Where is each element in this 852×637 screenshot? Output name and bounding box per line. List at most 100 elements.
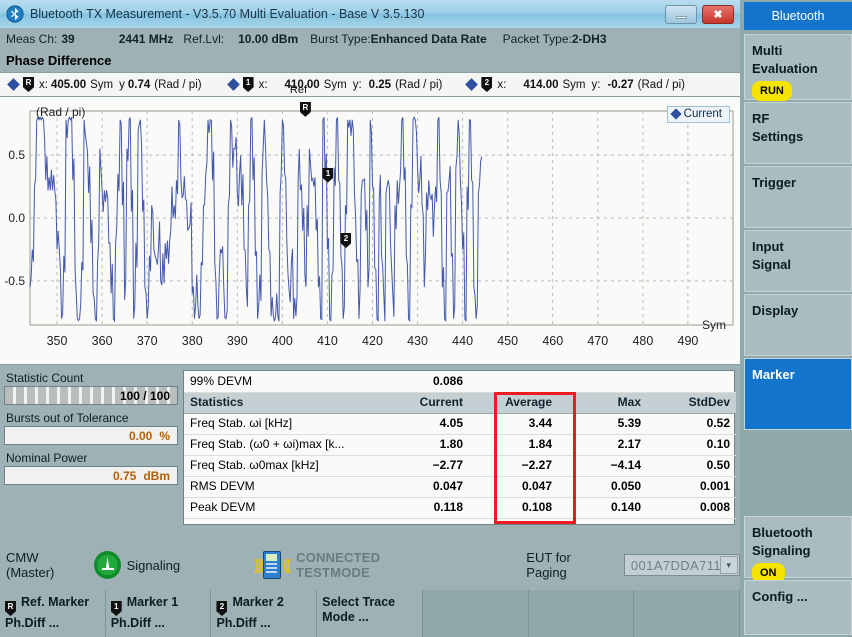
cell-current: 1.80 [380, 434, 469, 456]
statistic-count-value: 100 / 100 [119, 388, 170, 403]
marker-readout-1[interactable]: 1 x: 410.00 Sym y: 0.25 (Rad / pi) [220, 77, 449, 92]
cmw-master-label: CMW (Master) [6, 550, 55, 580]
eut-address-field[interactable]: 001A7DDA7114 ▾ [623, 554, 740, 576]
cell-max: 0.140 [558, 497, 647, 519]
title-bar: Bluetooth TX Measurement - V3.5.70 Multi… [0, 0, 740, 29]
sidebar-item-label2: Signaling [752, 543, 811, 558]
table-row[interactable]: Freq Stab. ωi [kHz] 4.05 3.44 5.39 0.52 [184, 413, 736, 435]
chevron-down-icon[interactable]: ▾ [720, 556, 738, 574]
marker-y-label-2: y: [591, 78, 601, 91]
marker-readout-2[interactable]: 2 x: 414.00 Sym y: -0.27 (Rad / pi) [458, 77, 691, 92]
svg-text:460: 460 [542, 334, 563, 348]
sidebar-tab-bluetooth[interactable]: Bluetooth [744, 2, 852, 30]
cell-average: 1.84 [469, 434, 558, 456]
legend-label-current: Current [683, 108, 722, 120]
marker-y-value-1: 0.25 [368, 78, 392, 91]
svg-text:470: 470 [587, 334, 608, 348]
marker-x-unit-r: Sym [90, 78, 114, 91]
col-header-max[interactable]: Max [558, 391, 647, 414]
svg-text:480: 480 [632, 334, 653, 348]
devm99-value: 0.086 [380, 371, 469, 393]
antenna-icon [93, 551, 121, 579]
close-button[interactable]: ✖ [702, 4, 734, 24]
marker-x-label-r: x: [39, 78, 48, 91]
sidebar-empty-slot [744, 432, 852, 514]
svg-text:490: 490 [678, 334, 699, 348]
table-row[interactable]: Freq Stab. ω0max [kHz] −2.77 −2.27 −4.14 0.5… [184, 455, 736, 477]
chart-y-unit-label: (Rad / pi) [36, 105, 86, 119]
sidebar-item-label: Marker [752, 367, 795, 382]
sidebar-item-label2: Settings [752, 129, 804, 144]
softkey-1[interactable]: R Ref. Marker Ph.Diff ... [0, 590, 106, 637]
status-bar: CMW (Master) Signaling ))) (( CONNECTED … [0, 540, 740, 590]
svg-text:360: 360 [92, 334, 113, 348]
col-header-statistics[interactable]: Statistics [184, 391, 380, 414]
svg-text:0.0: 0.0 [8, 211, 25, 225]
legend-diamond-icon [669, 108, 682, 120]
marker-y-unit-2: (Rad / pi) [637, 78, 685, 91]
phase-difference-chart[interactable]: 0.5 0.0 -0.5 350 360 370 380 390 400 410 420 430 440… [0, 84, 740, 365]
sidebar-item-marker[interactable]: Marker [744, 358, 852, 430]
chart-marker-1[interactable]: 1 [322, 165, 334, 183]
svg-text:440: 440 [452, 334, 473, 348]
burst-type-label: Burst Type: [310, 31, 371, 46]
signal-waves-right-icon: (( [283, 556, 291, 574]
softkey-empty-3 [634, 590, 741, 637]
chart-marker-2[interactable]: 2 [340, 230, 352, 248]
sidebar-item-trigger[interactable]: Trigger [744, 166, 852, 228]
cell-stddev: 0.50 [647, 455, 736, 477]
sidebar-item-bluetooth-signaling[interactable]: Bluetooth Signaling ON [744, 516, 852, 583]
sidebar-item-label2: Evaluation [752, 61, 818, 76]
marker-readout-ref[interactable]: R x: 405.00 Sym y 0.74 (Rad / pi) [0, 77, 208, 92]
sidebar-item-multi[interactable]: Multi Evaluation RUN [744, 34, 852, 101]
chart-marker-ref[interactable]: Ref R [290, 84, 311, 117]
softkey-pin-icon: 2 [216, 601, 228, 616]
sidebar-item-display[interactable]: Display [744, 294, 852, 356]
eut-for-paging-label: EUT for Paging [526, 550, 571, 580]
svg-text:430: 430 [407, 334, 428, 348]
softkey-line2: Ph.Diff ... [5, 616, 60, 630]
col-header-current[interactable]: Current [380, 391, 469, 414]
nominal-power-value: 0.75 [112, 468, 137, 483]
col-header-stddev[interactable]: StdDev [647, 391, 736, 414]
marker-y-unit-r: (Rad / pi) [154, 78, 202, 91]
sidebar-item-label: Multi [752, 43, 783, 58]
sidebar-item-label: RF [752, 111, 770, 126]
chart-marker-pin-2: 2 [340, 232, 352, 248]
col-header-average[interactable]: Average [469, 391, 558, 414]
softkey-2[interactable]: 1 Marker 1 Ph.Diff ... [105, 590, 212, 637]
cell-stddev: 0.008 [647, 497, 736, 519]
bursts-out-of-tolerance-value: 0.00 [128, 428, 153, 443]
chart-legend[interactable]: Current [666, 106, 730, 123]
cell-stddev: 0.10 [647, 434, 736, 456]
window-title: Bluetooth TX Measurement - V3.5.70 Multi… [30, 7, 424, 21]
softkey-line2: Ph.Diff ... [110, 616, 165, 630]
marker-diamond-icon [226, 78, 240, 91]
nominal-power-unit: dBm [143, 468, 170, 483]
cell-current: −2.77 [380, 455, 469, 477]
table-row[interactable]: RMS DEVM 0.047 0.047 0.050 0.001 [184, 476, 736, 498]
svg-text:0.5: 0.5 [8, 148, 25, 162]
marker-y-value-2: -0.27 [607, 78, 634, 91]
softkey-pin-icon: 1 [110, 601, 122, 616]
softkey-3[interactable]: 2 Marker 2 Ph.Diff ... [211, 590, 318, 637]
statistics-table-panel[interactable]: 99% DEVM 0.086 Statistics Current Average Max… [183, 370, 736, 525]
marker-diamond-icon [465, 78, 479, 91]
cell-average: 3.44 [469, 413, 558, 435]
sidebar-item-config[interactable]: Config ... [744, 580, 852, 635]
table-row[interactable]: Freq Stab. (ω0 + ωi)max [k... 1.80 1.84 2.1… [184, 434, 736, 456]
cell-current: 0.118 [380, 497, 469, 519]
minimize-button[interactable] [665, 4, 697, 24]
sidebar-item-label: Trigger [752, 175, 797, 190]
softkey-4[interactable]: Select Trace Mode ... [317, 590, 423, 637]
table-row[interactable]: Peak DEVM 0.118 0.108 0.140 0.008 [184, 497, 736, 519]
section-title: Phase Difference [0, 49, 740, 72]
softkey-line1: Select Trace [322, 595, 396, 609]
marker-y-value-r: 0.74 [127, 78, 151, 91]
sidebar-item-rf[interactable]: RF Settings [744, 102, 852, 164]
sidebar-item-input[interactable]: Input Signal [744, 230, 852, 292]
marker-y-unit-1: (Rad / pi) [395, 78, 443, 91]
statistic-count-label: Statistic Count [6, 371, 84, 385]
meas-ch-label: Meas Ch: [6, 31, 58, 46]
sidebar-item-label: Input [752, 239, 784, 254]
